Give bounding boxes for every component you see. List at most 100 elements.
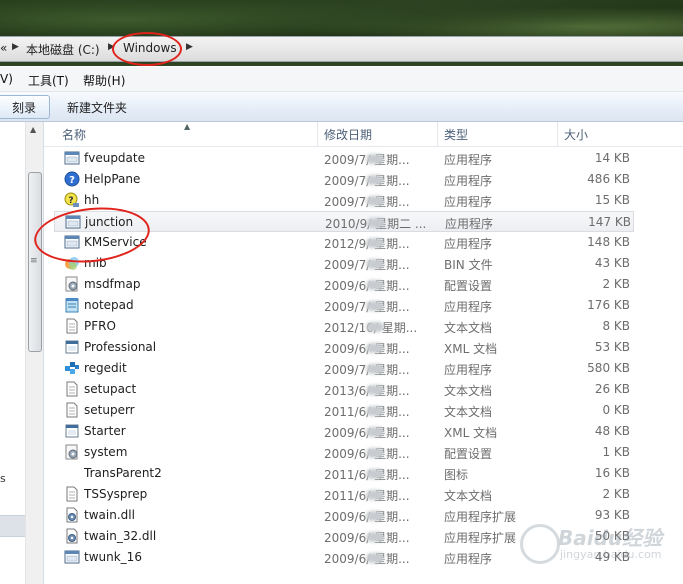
file-size: 2 KB (602, 277, 630, 291)
breadcrumb-windows[interactable]: Windows (123, 41, 177, 55)
file-name[interactable]: twain.dll (84, 508, 135, 522)
help-icon: ? (64, 171, 80, 187)
file-size: 48 KB (594, 424, 630, 438)
file-name[interactable]: twunk_16 (84, 550, 142, 564)
address-bar[interactable]: « ▶ 本地磁盘 (C:) ▶ Windows ▶ (0, 36, 683, 62)
file-name[interactable]: system (84, 445, 127, 459)
file-row[interactable]: Starter 2009/6/ 星期... XML 文档 48 KB (54, 421, 634, 442)
file-name[interactable]: twain_32.dll (84, 529, 156, 543)
file-row[interactable]: regedit 2009/7/ 星期... 应用程序 580 KB (54, 358, 634, 379)
chevron-right-icon[interactable]: ▶ (108, 42, 115, 52)
burn-button[interactable]: 刻录 (12, 99, 36, 116)
app-window-icon (64, 150, 80, 166)
file-row[interactable]: system 2009/6/ 星期... 配置设置 1 KB (54, 442, 634, 463)
file-name[interactable]: setuperr (84, 403, 135, 417)
menu-help[interactable]: 帮助(H) (83, 72, 125, 89)
chevron-right-icon[interactable]: ▶ (12, 42, 19, 52)
redacted-blur (366, 385, 384, 395)
redacted-blur (366, 175, 384, 185)
file-name[interactable]: junction (85, 215, 133, 229)
redacted-blur (366, 343, 384, 353)
file-name[interactable]: setupact (84, 382, 136, 396)
file-name[interactable]: hh (84, 193, 99, 207)
file-type: 应用程序 (444, 300, 493, 314)
file-name[interactable]: fveupdate (84, 151, 145, 165)
new-folder-button[interactable]: 新建文件夹 (67, 99, 127, 116)
xml-document-icon (64, 339, 80, 355)
redacted-blur (366, 196, 384, 206)
menu-view[interactable]: V) (0, 72, 13, 86)
file-name[interactable]: notepad (84, 298, 134, 312)
chevron-right-icon[interactable]: ▶ (186, 42, 193, 52)
file-row[interactable]: junction 2010/9/ 星期二 ... 应用程序 147 KB (54, 211, 634, 232)
file-name[interactable]: KMService (84, 235, 147, 249)
scroll-up-icon[interactable]: ▲ (30, 125, 36, 134)
watermark-url: jingyan.baidu.com (560, 548, 662, 561)
file-name[interactable]: mib (84, 256, 107, 270)
file-type: 应用程序 (444, 363, 493, 377)
column-type[interactable]: 类型 (438, 122, 558, 146)
file-name[interactable]: Starter (84, 424, 126, 438)
file-row[interactable]: msdfmap 2009/6/ 星期... 配置设置 2 KB (54, 274, 634, 295)
nav-scrollbar-thumb[interactable]: ≡ (28, 172, 42, 352)
file-row[interactable]: mib 2009/7/ 星期... BIN 文件 43 KB (54, 253, 634, 274)
file-row[interactable]: setuperr 2011/6/ 星期... 文本文档 0 KB (54, 400, 634, 421)
column-name[interactable]: 名称 (56, 122, 318, 146)
notepad-icon (64, 297, 80, 313)
file-type: 应用程序扩展 (444, 510, 517, 524)
file-size: 1 KB (602, 445, 630, 459)
file-size: 16 KB (594, 466, 630, 480)
registry-icon (64, 360, 80, 376)
file-name[interactable]: PFRO (84, 319, 116, 333)
redacted-blur (366, 238, 384, 248)
redacted-blur (367, 218, 385, 228)
file-size: 0 KB (602, 403, 630, 417)
file-name[interactable]: regedit (84, 361, 127, 375)
file-size: 147 KB (588, 215, 631, 229)
redacted-blur (366, 280, 384, 290)
file-type: BIN 文件 (444, 258, 493, 272)
nav-item-partial[interactable]: s (0, 472, 6, 485)
file-type: 配置设置 (444, 279, 493, 293)
file-size: 486 KB (587, 172, 630, 186)
file-row[interactable]: ? HelpPane 2009/7/ 星期... 应用程序 486 KB (54, 169, 634, 190)
breadcrumb-local-disk[interactable]: 本地磁盘 (C:) (26, 41, 100, 58)
file-type: 文本文档 (444, 384, 493, 398)
file-row[interactable]: Professional 2009/6/ 星期... XML 文档 53 KB (54, 337, 634, 358)
file-row[interactable]: TransParent2 2011/6/ 星期... 图标 16 KB (54, 463, 634, 484)
file-type: 文本文档 (444, 489, 493, 503)
file-row[interactable]: setupact 2013/6/ 星期... 文本文档 26 KB (54, 379, 634, 400)
file-row[interactable]: TSSysprep 2011/6/ 星期... 文本文档 2 KB (54, 484, 634, 505)
file-type: 文本文档 (444, 321, 493, 335)
baidu-paw-icon (520, 524, 560, 564)
nav-selected-item[interactable] (0, 515, 25, 537)
column-date[interactable]: 修改日期 (318, 122, 438, 146)
nav-scrollbar[interactable]: ▲ ≡ (25, 122, 43, 584)
redacted-blur (366, 259, 384, 269)
redacted-blur (366, 490, 384, 500)
file-name[interactable]: msdfmap (84, 277, 140, 291)
file-name[interactable]: TSSysprep (84, 487, 147, 501)
redacted-blur (366, 154, 384, 164)
file-name[interactable]: HelpPane (84, 172, 140, 186)
file-type: 配置设置 (444, 447, 493, 461)
breadcrumb-overflow[interactable]: « (0, 41, 7, 55)
file-row[interactable]: PFRO 2012/10/ 星期... 文本文档 8 KB (54, 316, 634, 337)
file-type: 应用程序 (445, 217, 494, 231)
text-document-icon (64, 402, 80, 418)
file-name[interactable]: TransParent2 (84, 466, 162, 480)
file-name[interactable]: Professional (84, 340, 156, 354)
file-row[interactable]: KMService 2012/9/ 星期... 应用程序 148 KB (54, 232, 634, 253)
file-type: 应用程序 (444, 153, 493, 167)
file-type: 应用程序 (444, 174, 493, 188)
command-bar: 刻录 新建文件夹 (0, 92, 683, 122)
file-row[interactable]: fveupdate 2009/7/ 星期... 应用程序 14 KB (54, 148, 634, 169)
column-size[interactable]: 大小 (558, 122, 658, 146)
file-row[interactable]: notepad 2009/7/ 星期... 应用程序 176 KB (54, 295, 634, 316)
redacted-blur (366, 553, 384, 563)
file-row[interactable]: ? hh 2009/7/ 星期... 应用程序 15 KB (54, 190, 634, 211)
menu-tools[interactable]: 工具(T) (28, 72, 69, 89)
file-type: 应用程序 (444, 552, 493, 566)
xml-document-icon (64, 423, 80, 439)
file-size: 176 KB (587, 298, 630, 312)
